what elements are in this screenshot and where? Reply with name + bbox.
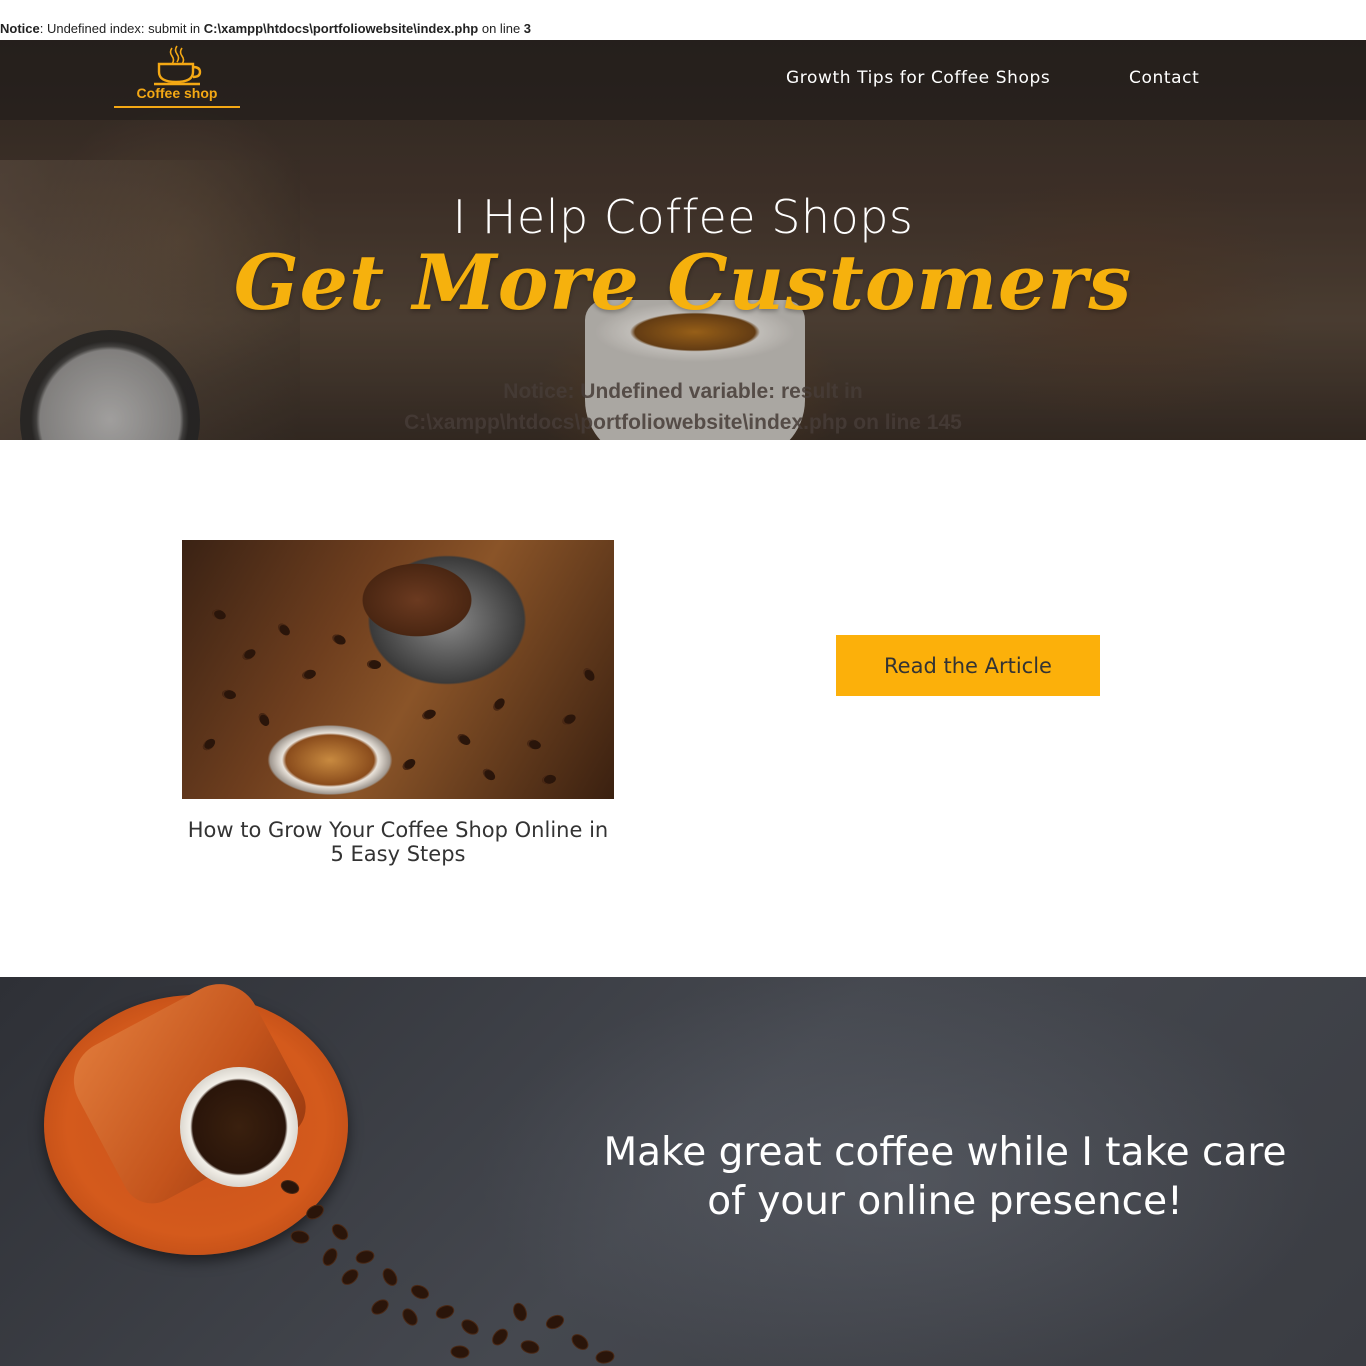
spilled-coffee-beans-image [280,1180,615,1364]
banner-tagline: Make great coffee while I take care of y… [603,1130,1287,1224]
nav-contact[interactable]: Contact [1129,68,1199,88]
hero-title: I Help Coffee Shops [452,190,914,244]
hero-section: Coffee shop Growth Tips for Coffee Shops… [0,40,1366,440]
php-notice-line-text: on line [478,21,524,36]
php-notice: Notice: Undefined index: submit in C:\xa… [0,21,531,39]
top-navigation: Coffee shop Growth Tips for Coffee Shops… [0,40,1366,120]
article-title[interactable]: How to Grow Your Coffee Shop Online in 5… [182,818,614,866]
coffee-cup-icon [154,45,202,86]
logo-text: Coffee shop [136,85,218,101]
coffee-shop-logo[interactable]: Coffee shop [114,44,240,110]
hero-notice-line-2: C:\xampp\htdocs\portfoliowebsite\index.p… [404,411,962,434]
php-notice-message: : Undefined index: submit in [39,21,204,36]
hero-notice-line-1: Notice: Undefined variable: result in [503,380,863,403]
cta-banner: Make great coffee while I take care of y… [0,977,1366,1366]
hero-php-notice: Notice: Undefined variable: result in C:… [0,376,1366,438]
php-notice-label: Notice [0,21,40,36]
hero-script-tagline: Get More Customers [233,238,1133,327]
logo-underline [114,106,240,108]
php-notice-line-number: 3 [523,21,532,36]
nav-growth-tips[interactable]: Growth Tips for Coffee Shops [786,68,1050,88]
read-article-button[interactable]: Read the Article [836,635,1100,696]
php-notice-path: C:\xampp\htdocs\portfoliowebsite\index.p… [203,21,479,36]
article-image[interactable] [182,540,614,799]
